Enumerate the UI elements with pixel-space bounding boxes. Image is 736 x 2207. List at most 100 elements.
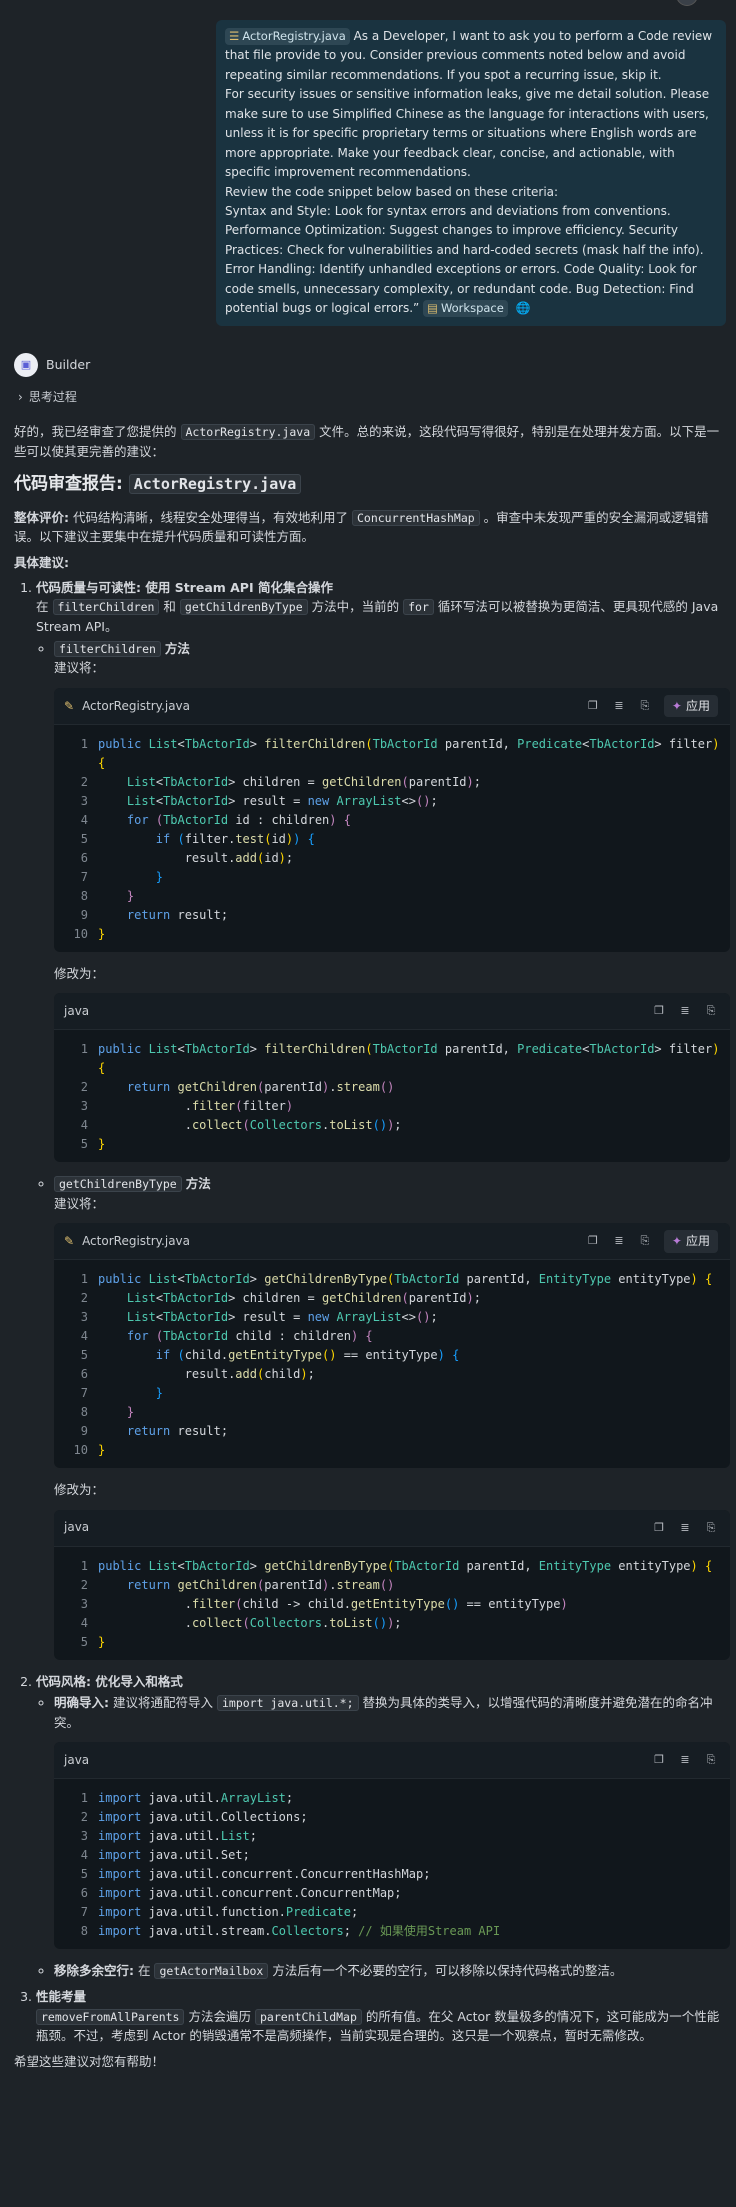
line-number: 4 — [80, 1118, 88, 1133]
code-line: 1 public List<TbActorId> filterChildren(T… — [54, 735, 720, 773]
inline-code: import java.util.*; — [216, 1695, 359, 1712]
code-text: import java.util.ArrayList; — [98, 1791, 294, 1806]
code-line: 7 import java.util.function.Predicate; — [54, 1903, 720, 1922]
line-number: 3 — [80, 1829, 88, 1844]
code-text: import java.util.concurrent.ConcurrentHa… — [98, 1867, 431, 1882]
workspace-chip[interactable]: ▤ Workspace — [423, 300, 508, 318]
insert-icon[interactable]: ≣ — [612, 1234, 626, 1248]
code-text: import java.util.Set; — [98, 1848, 250, 1863]
code-filename: ActorRegistry.java — [82, 698, 191, 713]
code-line: 4 for (TbActorId child : children) { — [54, 1327, 720, 1346]
code-line: 4 for (TbActorId id : children) { — [54, 811, 720, 830]
report-title: 代码审查报告: ActorRegistry.java — [14, 471, 730, 497]
copy-icon[interactable]: ❐ — [652, 1004, 666, 1018]
line-number: 6 — [80, 1886, 88, 1901]
line-number: 4 — [80, 812, 88, 827]
assistant-header: ▣ Builder — [14, 352, 90, 378]
new-file-icon[interactable]: ⎘ — [638, 699, 652, 713]
line-number: 9 — [80, 1424, 88, 1439]
insert-icon[interactable]: ≣ — [678, 1521, 692, 1535]
apply-button[interactable]: ✦ 应用 — [663, 1230, 718, 1253]
copy-icon[interactable]: ❐ — [652, 1753, 666, 1767]
code-body: 1 public List<TbActorId> filterChildren(T… — [54, 725, 730, 952]
code-line: 1 public List<TbActorId> getChildrenByTyp… — [54, 1270, 720, 1289]
file-chip[interactable]: ☰ ActorRegistry.java — [225, 28, 350, 45]
file-icon: ☰ — [229, 29, 240, 43]
assistant-name: Builder — [46, 357, 91, 373]
copy-icon[interactable]: ❐ — [586, 1234, 600, 1248]
code-text: List<TbActorId> result = new ArrayList<>… — [126, 1310, 438, 1325]
magic-wand-icon: ✦ — [671, 1234, 682, 1249]
code-line: 8 } — [54, 887, 720, 906]
code-header: java ❐ ≣ ⎘ — [54, 1509, 730, 1547]
code-text: return getChildren(parentId).stream() — [126, 1080, 395, 1095]
insert-icon[interactable]: ≣ — [612, 699, 626, 713]
line-number: 4 — [80, 1615, 88, 1630]
change-label: 修改为： — [54, 965, 105, 981]
inline-code: filterChildren — [52, 599, 160, 616]
code-text: for (TbActorId id : children) { — [126, 812, 351, 827]
line-number: 8 — [80, 1405, 88, 1420]
insert-icon[interactable]: ≣ — [678, 1753, 692, 1767]
code-line: 2 List<TbActorId> children = getChildren… — [54, 1289, 720, 1308]
code-line: 2 return getChildren(parentId).stream() — [54, 1576, 720, 1595]
code-text: return result; — [126, 1424, 229, 1439]
code-text: } — [126, 888, 135, 903]
magic-wand-icon: ✦ — [671, 698, 682, 713]
suggest-label: 建议将： — [54, 660, 105, 676]
line-number: 5 — [80, 1137, 88, 1152]
line-number: 8 — [80, 888, 88, 903]
item1-sublist: filterChildren 方法 建议将： ✎ ActorRegistry.j… — [36, 639, 730, 1660]
suggestion-item-2: 代码风格: 优化导入和格式 明确导入: 建议将通配符导入 import java… — [36, 1672, 730, 1981]
thinking-label: 思考过程 — [28, 390, 77, 404]
explicit-imports: 明确导入: 建议将通配符导入 import java.util.*; 替换为具体… — [54, 1693, 730, 1950]
code-text: public List<TbActorId> filterChildren(Tb… — [98, 736, 720, 770]
new-file-icon[interactable]: ⎘ — [638, 1234, 652, 1248]
globe-icon[interactable]: 🌐 — [516, 301, 531, 315]
code-line: 2 List<TbActorId> children = getChildren… — [54, 773, 720, 792]
code-line: 5} — [54, 1135, 720, 1154]
code-text: if (child.getEntityType() == entityType)… — [155, 1348, 460, 1363]
code-line: 1 public List<TbActorId> getChildrenByTyp… — [54, 1557, 720, 1576]
closing-text: 希望这些建议对您有帮助！ — [14, 2053, 165, 2069]
inline-code: getActorMailbox — [154, 1963, 269, 1980]
new-file-icon[interactable]: ⎘ — [704, 1753, 718, 1767]
code-text: for (TbActorId child : children) { — [126, 1329, 373, 1344]
code-text: } — [155, 1386, 164, 1401]
code-line: 3 .filter(filter) — [54, 1097, 720, 1116]
copy-icon[interactable]: ❐ — [652, 1521, 666, 1535]
code-body: 1 import java.util.ArrayList; 2 import java… — [54, 1779, 730, 1949]
new-file-icon[interactable]: ⎘ — [704, 1004, 718, 1018]
chat-page: { "user_message": { "file_chip": "ActorR… — [0, 0, 736, 2207]
code-line: 3 List<TbActorId> result = new ArrayList… — [54, 1308, 720, 1327]
code-text: public List<TbActorId> filterChildren(Tb… — [98, 1042, 720, 1076]
code-line: 8 import java.util.stream.Collectors; // … — [54, 1922, 720, 1941]
remove-blank-lines: 移除多余空行: 在 getActorMailbox 方法后有一个不必要的空行，可… — [54, 1961, 730, 1981]
code-body: 1 public List<TbActorId> filterChildren(T… — [54, 1030, 730, 1162]
user-message-line-2: For security issues or sensitive informa… — [225, 87, 710, 180]
file-edit-icon: ✎ — [64, 1234, 75, 1249]
line-number: 4 — [80, 1329, 88, 1344]
apply-button[interactable]: ✦ 应用 — [663, 694, 718, 718]
inline-code: filterChildren — [54, 640, 161, 657]
line-number: 7 — [80, 1905, 88, 1920]
inline-code: ConcurrentHashMap — [351, 509, 480, 526]
insert-icon[interactable]: ≣ — [678, 1004, 692, 1018]
thinking-toggle[interactable]: › 思考过程 — [18, 388, 77, 407]
code-block-1: ✎ ActorRegistry.java ❐ ≣ ⎘ ✦ 应用 1 public L… — [54, 687, 730, 952]
line-number: 5 — [80, 1867, 88, 1882]
code-block-3: ✎ ActorRegistry.java ❐ ≣ ⎘ ✦ 应用 1 public L… — [54, 1223, 730, 1469]
overall-paragraph: 整体评价: 代码结构清晰，线程安全处理得当，有效地利用了 ConcurrentH… — [14, 509, 709, 545]
file-edit-icon: ✎ — [64, 698, 75, 713]
copy-icon[interactable]: ❐ — [586, 699, 600, 713]
user-message-line-3: Review the code snippet below based on t… — [225, 184, 559, 199]
code-text: import java.util.function.Predicate; — [98, 1905, 359, 1920]
line-number: 3 — [80, 1310, 88, 1325]
code-line: 10} — [54, 925, 720, 944]
code-body: 1 public List<TbActorId> getChildrenByTyp… — [54, 1547, 730, 1660]
code-line: 8 } — [54, 1403, 720, 1422]
change-label: 修改为： — [54, 1482, 105, 1498]
line-number: 10 — [73, 926, 88, 941]
new-file-icon[interactable]: ⎘ — [704, 1521, 718, 1535]
line-number: 2 — [80, 1810, 88, 1825]
